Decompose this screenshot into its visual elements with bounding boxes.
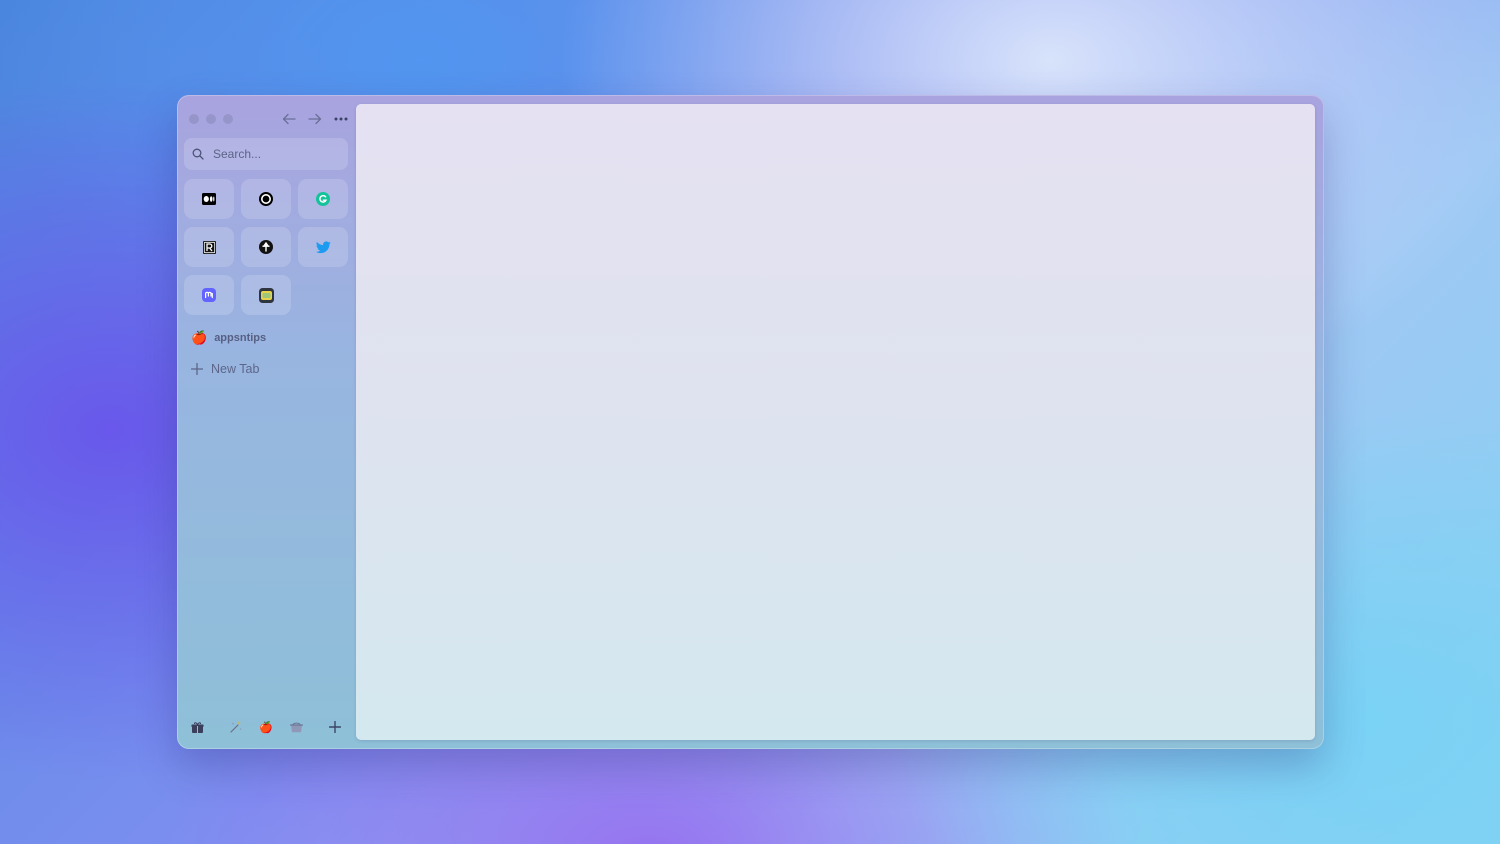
favorite-threads[interactable] bbox=[241, 179, 291, 219]
medium-icon bbox=[202, 193, 216, 205]
browser-window: 🍎 appsntips New Tab 🍎 bbox=[177, 95, 1324, 749]
favorite-twitter[interactable] bbox=[298, 227, 348, 267]
close-window-button[interactable] bbox=[189, 114, 199, 124]
apple-icon: 🍎 bbox=[259, 721, 273, 734]
box-icon bbox=[289, 722, 303, 733]
plus-icon bbox=[191, 363, 203, 375]
search-icon bbox=[192, 148, 204, 160]
window-controls bbox=[189, 114, 233, 124]
favorite-mastodon[interactable] bbox=[184, 275, 234, 315]
web-content-area[interactable] bbox=[356, 104, 1315, 740]
dark-circle-t-icon bbox=[259, 240, 273, 254]
more-options-button[interactable] bbox=[332, 110, 350, 128]
apple-emoji-icon: 🍎 bbox=[191, 330, 208, 345]
arrow-left-icon bbox=[282, 113, 296, 125]
favorite-yellow-app[interactable] bbox=[241, 275, 291, 315]
favorite-medium[interactable] bbox=[184, 179, 234, 219]
search-input[interactable] bbox=[211, 146, 345, 162]
space-label: appsntips bbox=[214, 332, 267, 344]
favorite-dark-circle[interactable] bbox=[241, 227, 291, 267]
space-switch-sparkle[interactable] bbox=[228, 718, 244, 736]
arrow-right-icon bbox=[308, 113, 322, 125]
pinned-favorites-grid bbox=[184, 179, 349, 315]
yellow-app-icon bbox=[258, 287, 274, 303]
plus-icon bbox=[329, 721, 341, 733]
forward-button[interactable] bbox=[306, 110, 324, 128]
zoom-window-button[interactable] bbox=[223, 114, 233, 124]
space-switch-box[interactable] bbox=[288, 718, 304, 736]
navigation-controls bbox=[280, 110, 350, 128]
spaces-switcher: 🍎 bbox=[189, 718, 345, 736]
sparkle-icon bbox=[230, 721, 242, 733]
mastodon-icon bbox=[202, 288, 216, 302]
grammarly-icon bbox=[316, 192, 330, 206]
back-button[interactable] bbox=[280, 110, 298, 128]
new-tab-label: New Tab bbox=[211, 362, 260, 376]
space-item-appsntips[interactable]: 🍎 appsntips bbox=[191, 330, 266, 346]
ellipsis-icon bbox=[334, 117, 348, 121]
reeder-icon bbox=[202, 240, 216, 254]
space-switch-apple[interactable]: 🍎 bbox=[258, 718, 274, 736]
search-bar[interactable] bbox=[184, 138, 348, 170]
minimize-window-button[interactable] bbox=[206, 114, 216, 124]
threads-icon bbox=[259, 192, 273, 206]
twitter-icon bbox=[315, 240, 331, 253]
add-space-button[interactable] bbox=[327, 718, 343, 736]
favorite-reeder[interactable] bbox=[184, 227, 234, 267]
new-tab-button[interactable]: New Tab bbox=[191, 362, 259, 376]
favorite-grammarly[interactable] bbox=[298, 179, 348, 219]
space-switch-gift[interactable] bbox=[189, 718, 205, 736]
gift-icon bbox=[191, 721, 203, 733]
